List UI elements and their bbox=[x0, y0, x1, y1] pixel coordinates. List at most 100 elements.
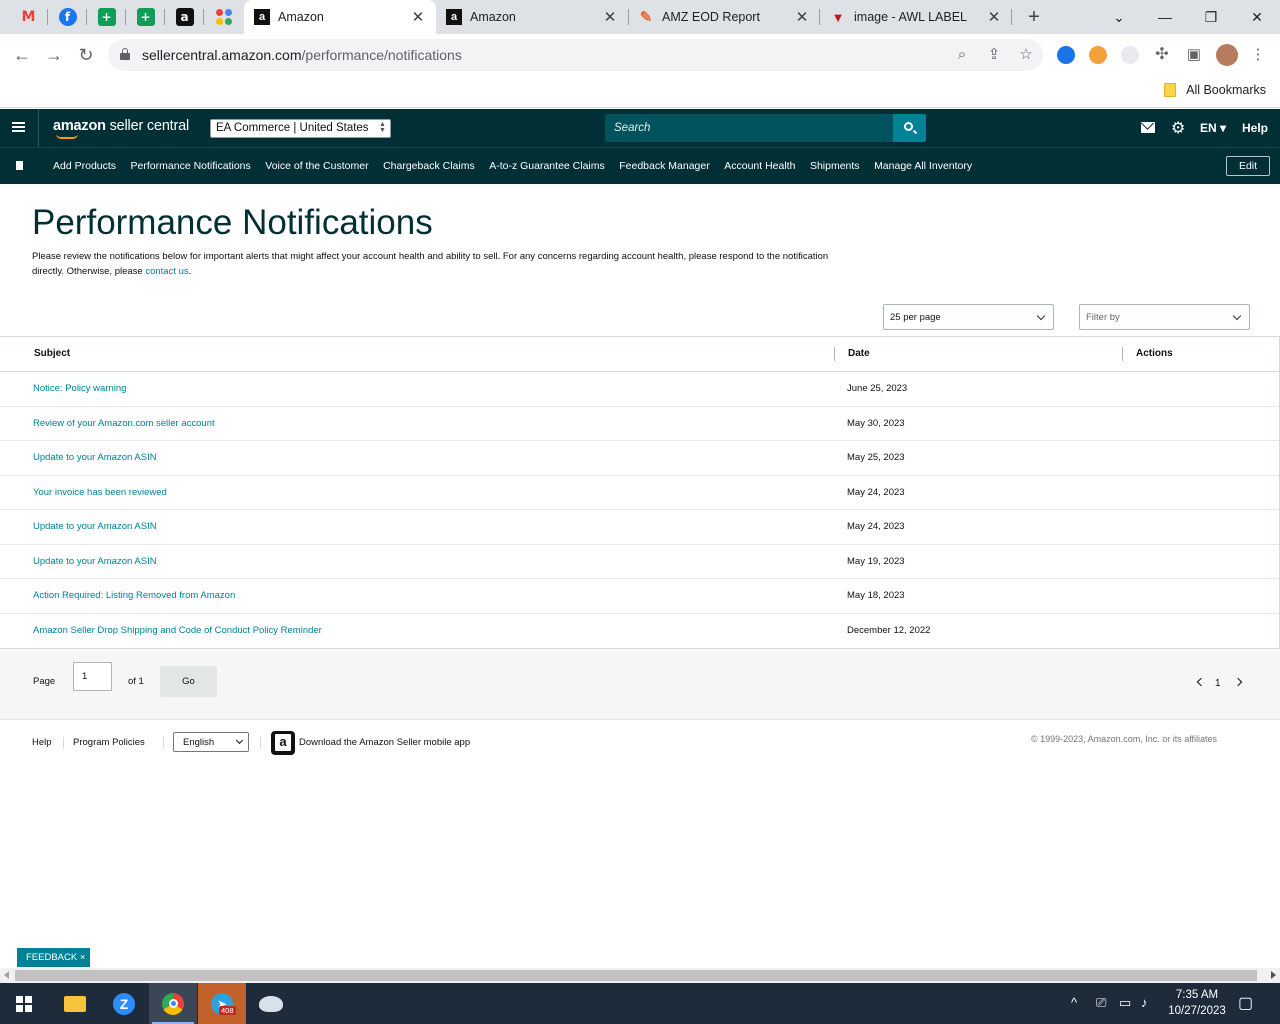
chevron-left-icon[interactable] bbox=[1196, 677, 1206, 687]
footer-program-policies-link[interactable]: Program Policies bbox=[73, 737, 145, 748]
chrome-icon bbox=[162, 992, 184, 1015]
nav-item-performance-notifications[interactable]: Performance Notifications bbox=[131, 160, 251, 172]
volume-icon[interactable]: ♪ bbox=[1141, 995, 1148, 1010]
star-icon[interactable]: ☆ bbox=[1016, 45, 1036, 65]
notification-subject-link[interactable]: Update to your Amazon ASIN bbox=[33, 452, 157, 463]
page-number-input[interactable]: 1 bbox=[73, 662, 112, 691]
extension-icon[interactable] bbox=[1057, 46, 1075, 64]
contact-us-link[interactable]: contact us bbox=[145, 266, 188, 277]
nav-item-add-products[interactable]: Add Products bbox=[53, 160, 116, 172]
scroll-right-icon[interactable] bbox=[1271, 971, 1276, 979]
nav-item-voice-of-customer[interactable]: Voice of the Customer bbox=[265, 160, 368, 172]
back-button[interactable]: ← bbox=[10, 43, 34, 67]
puzzle-icon[interactable]: ✣ bbox=[1152, 45, 1172, 65]
new-tab-button[interactable]: + bbox=[1022, 5, 1046, 29]
system-clock[interactable]: 7:35 AM 10/27/2023 bbox=[1160, 987, 1234, 1019]
network-icon[interactable]: ▭ bbox=[1119, 995, 1131, 1011]
notification-subject-link[interactable]: Review of your Amazon.com seller account bbox=[33, 418, 215, 429]
notification-subject-link[interactable]: Update to your Amazon ASIN bbox=[33, 556, 157, 567]
mail-icon[interactable] bbox=[1141, 122, 1155, 133]
meet-now-icon[interactable]: ⎚ bbox=[1096, 995, 1106, 1011]
close-icon[interactable]: ✕ bbox=[410, 8, 426, 26]
go-button[interactable]: Go bbox=[160, 666, 217, 697]
pinned-tab-apps[interactable] bbox=[204, 0, 243, 34]
taskbar-telegram[interactable]: ➤ bbox=[198, 983, 246, 1024]
pinned-tab-facebook[interactable]: f bbox=[48, 0, 87, 34]
taskbar-zoom[interactable]: Z bbox=[100, 983, 148, 1024]
search-button[interactable] bbox=[893, 114, 926, 142]
menu-dots-icon[interactable]: ⋮ bbox=[1248, 45, 1268, 65]
nav-item-chargeback-claims[interactable]: Chargeback Claims bbox=[383, 160, 475, 172]
taskbar-app[interactable] bbox=[247, 983, 295, 1024]
pinned-tab-sheets[interactable]: + bbox=[87, 0, 126, 34]
column-header-subject[interactable]: Subject bbox=[34, 348, 70, 359]
notification-subject-link[interactable]: Action Required: Listing Removed from Am… bbox=[33, 590, 235, 601]
close-window-button[interactable]: ✕ bbox=[1234, 0, 1280, 34]
feedback-button[interactable]: FEEDBACK × bbox=[17, 948, 90, 967]
filter-select[interactable]: Filter by bbox=[1079, 304, 1250, 330]
footer-language-select[interactable]: English bbox=[173, 732, 249, 752]
bookmark-icon[interactable] bbox=[16, 161, 23, 173]
notification-subject-link[interactable]: Amazon Seller Drop Shipping and Code of … bbox=[33, 625, 322, 636]
amazon-icon: a bbox=[446, 9, 462, 25]
pinned-tab-gmail[interactable]: M bbox=[9, 0, 48, 34]
horizontal-scrollbar[interactable] bbox=[0, 968, 1280, 983]
nav-item-shipments[interactable]: Shipments bbox=[810, 160, 860, 172]
current-page-number[interactable]: 1 bbox=[1215, 678, 1221, 689]
pinned-tab-amazon[interactable]: a bbox=[165, 0, 204, 34]
help-link[interactable]: Help bbox=[1242, 121, 1268, 135]
search-field[interactable] bbox=[605, 114, 893, 142]
close-icon[interactable]: ✕ bbox=[602, 8, 618, 26]
start-button[interactable] bbox=[0, 983, 48, 1024]
all-bookmarks[interactable]: All Bookmarks bbox=[1164, 83, 1266, 97]
nav-item-a-to-z-claims[interactable]: A-to-z Guarantee Claims bbox=[489, 160, 605, 172]
address-bar[interactable]: sellercentral.amazon.com/performance/not… bbox=[108, 39, 1043, 71]
footer-help-link[interactable]: Help bbox=[32, 737, 52, 748]
nav-item-manage-inventory[interactable]: Manage All Inventory bbox=[874, 160, 972, 172]
seller-central-logo[interactable]: amazon seller central bbox=[53, 118, 189, 134]
extension-icon[interactable] bbox=[1089, 46, 1107, 64]
nav-item-feedback-manager[interactable]: Feedback Manager bbox=[619, 160, 709, 172]
avatar[interactable] bbox=[1216, 44, 1238, 66]
side-panel-icon[interactable]: ▣ bbox=[1184, 45, 1204, 65]
reload-button[interactable]: ↻ bbox=[74, 43, 98, 67]
account-switcher[interactable]: EA Commerce | United States ▲ ▼ bbox=[210, 119, 391, 138]
extension-icon[interactable] bbox=[1121, 46, 1139, 64]
notifications-icon[interactable]: ▢ bbox=[1238, 993, 1253, 1013]
chevron-up-icon[interactable]: ^ bbox=[1071, 995, 1077, 1010]
notification-subject-link[interactable]: Your invoice has been reviewed bbox=[33, 487, 167, 498]
language-selector[interactable]: EN ▾ bbox=[1200, 121, 1226, 135]
notification-subject-link[interactable]: Notice: Policy warning bbox=[33, 383, 126, 394]
restore-button[interactable]: ❐ bbox=[1188, 0, 1234, 34]
minimize-button[interactable]: — bbox=[1142, 0, 1188, 34]
tab-search-button[interactable]: ⌄ bbox=[1096, 0, 1142, 34]
gear-icon[interactable]: ⚙ bbox=[1171, 120, 1185, 136]
close-icon[interactable]: ✕ bbox=[986, 8, 1002, 26]
tab-awl-label[interactable]: ▼ image - AWL LABEL ✕ bbox=[820, 0, 1012, 34]
taskbar-chrome[interactable] bbox=[149, 983, 197, 1024]
apps-icon bbox=[215, 9, 232, 25]
zoom-icon[interactable]: ⌕ bbox=[952, 45, 972, 65]
account-name: EA Commerce | United States bbox=[216, 122, 369, 134]
nav-item-account-health[interactable]: Account Health bbox=[724, 160, 795, 172]
search-input[interactable] bbox=[605, 114, 893, 142]
edit-nav-button[interactable]: Edit bbox=[1226, 156, 1270, 176]
amazon-app-icon[interactable] bbox=[271, 731, 295, 755]
chevron-right-icon[interactable] bbox=[1233, 677, 1243, 687]
pinned-tab-sheets-2[interactable]: + bbox=[126, 0, 165, 34]
taskbar-file-explorer[interactable] bbox=[51, 983, 99, 1024]
download-app-link[interactable]: Download the Amazon Seller mobile app bbox=[299, 737, 470, 748]
hamburger-menu-icon[interactable] bbox=[12, 122, 25, 132]
share-icon[interactable]: ⇪ bbox=[984, 45, 1004, 65]
tab-amz-eod-report[interactable]: ✎ AMZ EOD Report ✕ bbox=[628, 0, 820, 34]
tab-amazon-active[interactable]: a Amazon ✕ bbox=[244, 0, 436, 34]
column-header-date[interactable]: Date bbox=[848, 348, 870, 359]
scroll-left-icon[interactable] bbox=[4, 971, 9, 979]
tab-amazon[interactable]: a Amazon ✕ bbox=[436, 0, 628, 34]
per-page-select[interactable]: 25 per page bbox=[883, 304, 1054, 330]
amazon-icon: a bbox=[254, 9, 270, 25]
forward-button[interactable]: → bbox=[42, 43, 66, 67]
scrollbar-thumb[interactable] bbox=[15, 970, 1257, 981]
notification-subject-link[interactable]: Update to your Amazon ASIN bbox=[33, 521, 157, 532]
close-icon[interactable]: ✕ bbox=[794, 8, 810, 26]
